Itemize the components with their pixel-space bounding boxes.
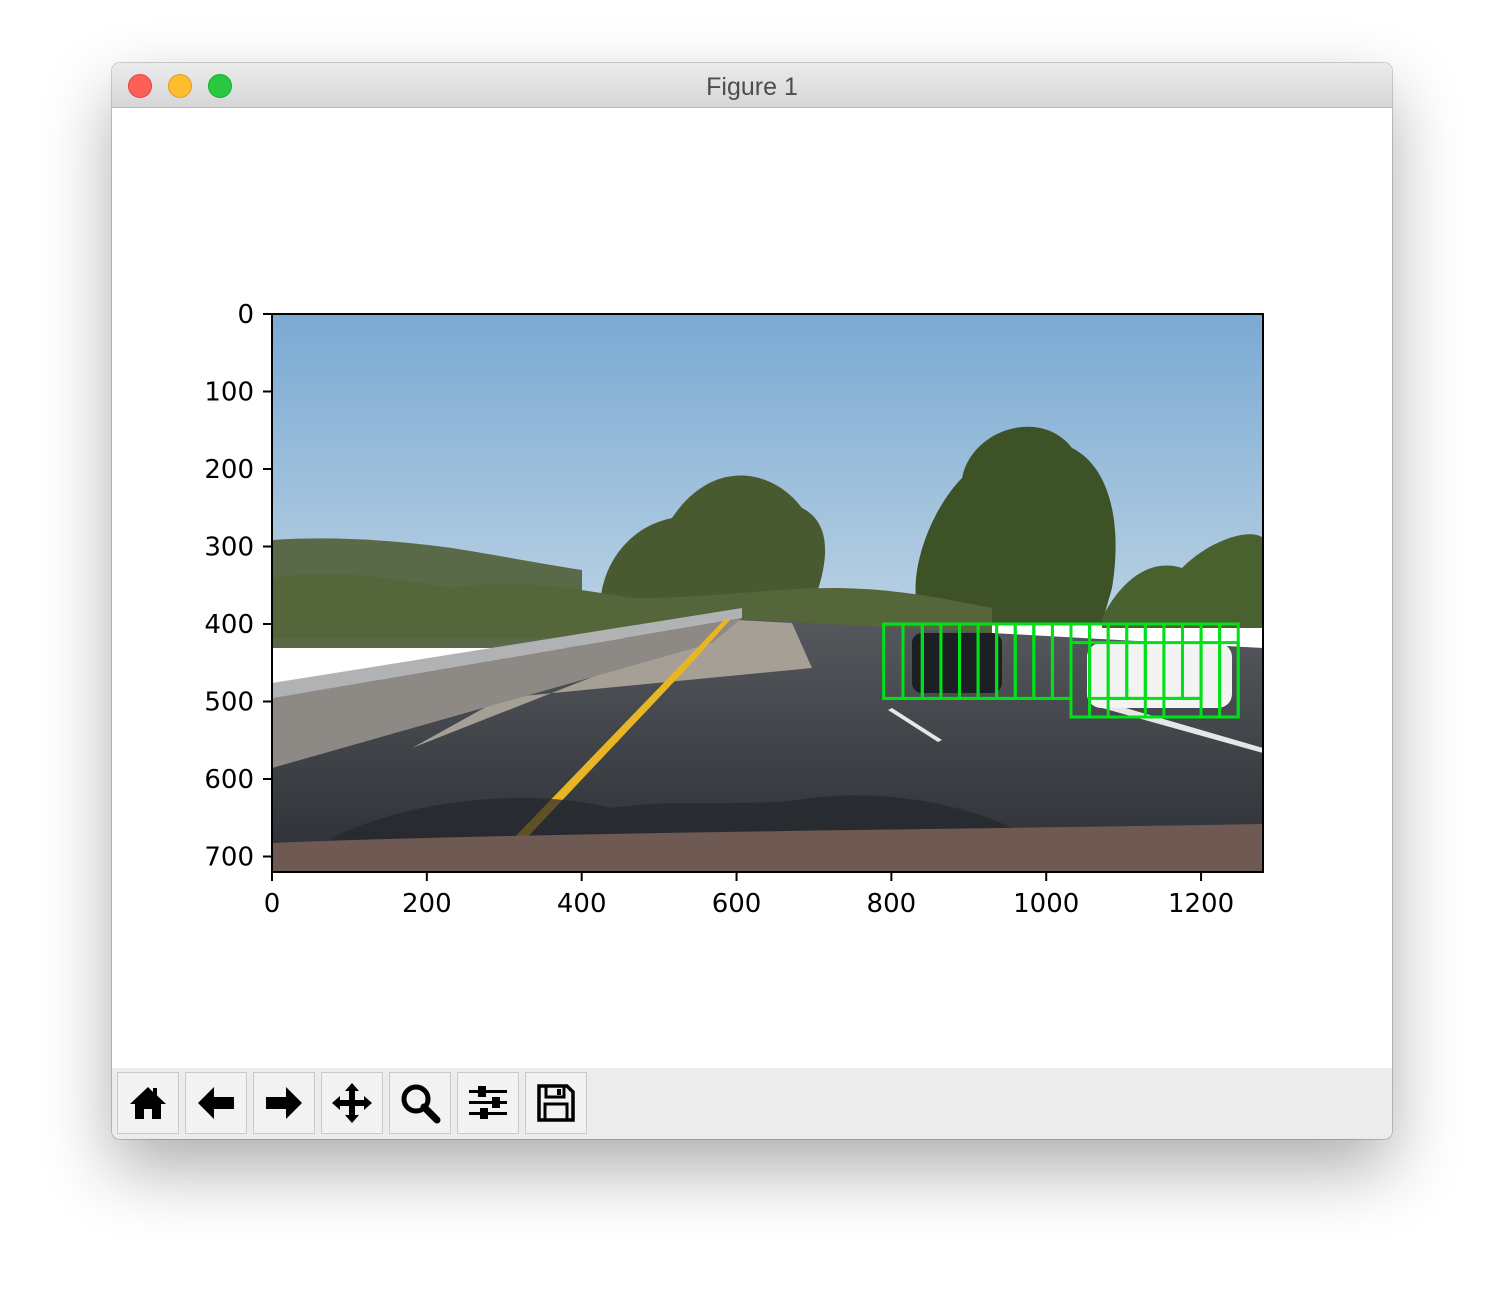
plot-svg: 0 200 400 600 800 1000 1200 0 100 200 300 400 500 600… bbox=[204, 300, 1264, 919]
forward-button[interactable] bbox=[253, 1072, 315, 1134]
figure-canvas[interactable]: 0 200 400 600 800 1000 1200 0 100 200 300 400 500 600… bbox=[112, 108, 1392, 1068]
y-tick-label: 600 bbox=[204, 765, 254, 795]
x-tick-label: 800 bbox=[867, 889, 917, 919]
title-bar[interactable]: Figure 1 bbox=[112, 63, 1392, 108]
y-tick-label: 700 bbox=[204, 843, 254, 873]
x-tick-label: 400 bbox=[557, 889, 607, 919]
x-tick-label: 200 bbox=[402, 889, 452, 919]
photo-black-car bbox=[912, 633, 1002, 693]
pan-button[interactable] bbox=[321, 1072, 383, 1134]
y-tick-label: 400 bbox=[204, 610, 254, 640]
y-tick-label: 0 bbox=[237, 300, 254, 330]
road-photo bbox=[272, 314, 1263, 872]
navigation-toolbar bbox=[112, 1068, 1392, 1139]
save-button[interactable] bbox=[525, 1072, 587, 1134]
y-tick-label: 100 bbox=[204, 378, 254, 408]
magnifier-icon bbox=[401, 1084, 441, 1124]
arrow-right-icon bbox=[266, 1087, 302, 1119]
x-tick-label: 1000 bbox=[1013, 889, 1079, 919]
zoom-rect-button[interactable] bbox=[389, 1072, 451, 1134]
back-button[interactable] bbox=[185, 1072, 247, 1134]
y-tick-label: 200 bbox=[204, 455, 254, 485]
sliders-icon bbox=[469, 1086, 507, 1119]
floppy-disk-icon bbox=[537, 1084, 575, 1122]
arrow-left-icon bbox=[198, 1087, 234, 1119]
x-tick-label: 1200 bbox=[1168, 889, 1234, 919]
move-icon bbox=[332, 1083, 372, 1123]
window-title: Figure 1 bbox=[706, 73, 798, 101]
configure-subplots-button[interactable] bbox=[457, 1072, 519, 1134]
home-icon bbox=[130, 1087, 166, 1119]
y-tick-label: 300 bbox=[204, 533, 254, 563]
x-tick-label: 0 bbox=[264, 889, 281, 919]
figure-window: Figure 1 0 200 400 600 800 1000 1200 0 1… bbox=[112, 63, 1392, 1139]
y-tick-label: 500 bbox=[204, 688, 254, 718]
home-button[interactable] bbox=[117, 1072, 179, 1134]
x-tick-label: 600 bbox=[712, 889, 762, 919]
